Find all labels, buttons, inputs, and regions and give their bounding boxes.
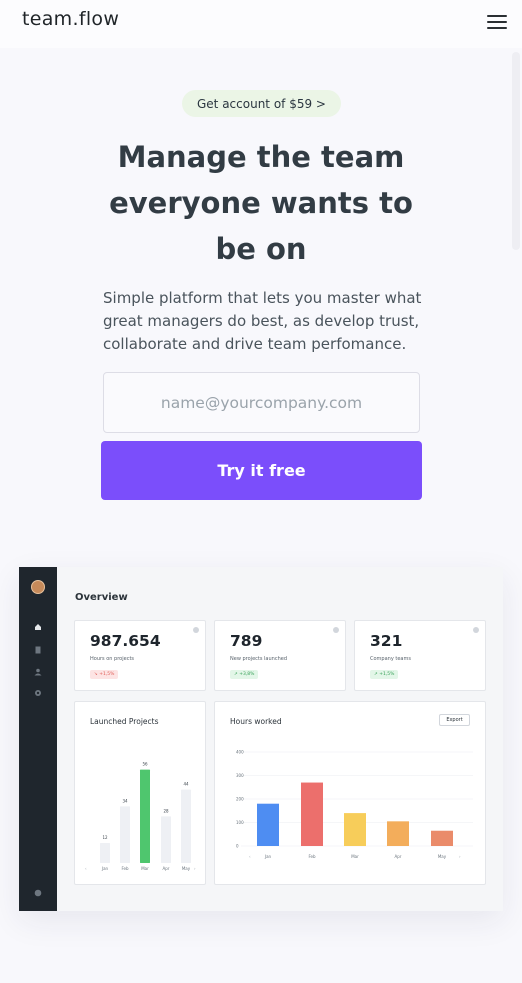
bar (257, 803, 279, 846)
stat-card[interactable]: 321 Company teams ↗ +1,5% (354, 620, 486, 691)
email-input[interactable] (103, 372, 420, 433)
launched-projects-card: Launched Projects 12 Jan 34 Feb 56 Mar 28 Apr 44… (74, 701, 206, 885)
stat-value: 987.654 (90, 632, 161, 650)
info-icon[interactable] (193, 627, 199, 633)
x-tick-label: Apr (395, 854, 402, 859)
stat-card[interactable]: 789 New projects launched ↗ +3,8% (214, 620, 346, 691)
bar (431, 830, 453, 846)
y-tick-label: 200 (236, 797, 244, 802)
avatar[interactable] (31, 580, 45, 594)
hours-worked-card: Hours worked Export 0 100 200 300 400 Jan Feb M… (214, 701, 486, 885)
data-label: 34 (122, 798, 128, 803)
hero-subtitle: Simple platform that lets you master wha… (103, 289, 422, 353)
trend-badge: ↗ +3,8% (230, 670, 259, 679)
launched-projects-chart: 12 Jan 34 Feb 56 Mar 28 Apr 44 May ‹ › (85, 762, 196, 871)
y-tick-label: 300 (236, 773, 244, 778)
x-tick-label: Jan (264, 854, 272, 859)
x-tick-label: Mar (141, 866, 149, 871)
x-tick-label: Feb (121, 866, 129, 871)
next-arrow-icon: › (459, 854, 461, 859)
info-icon[interactable] (333, 627, 339, 633)
dashboard-preview: Overview 987.654 Hours on projects ↘ +1,… (19, 567, 503, 911)
x-tick-label: Feb (308, 854, 316, 859)
bar (120, 806, 130, 863)
stat-value: 789 (230, 632, 263, 650)
bar (181, 789, 191, 863)
hero-headline: Manage the team everyone wants to be on (109, 140, 413, 266)
x-tick-label: Mar (351, 854, 359, 859)
trend-badge: ↘ +1,5% (90, 670, 119, 679)
stat-label: Company teams (370, 656, 411, 662)
dashboard-sidebar (19, 567, 57, 911)
bar (301, 782, 323, 846)
bar (140, 769, 150, 863)
hamburger-menu-icon[interactable] (487, 15, 507, 29)
x-tick-label: May (438, 854, 447, 859)
home-icon[interactable] (34, 623, 42, 631)
x-tick-label: May (182, 866, 191, 871)
brand-logo[interactable]: team.flow (22, 8, 119, 30)
prev-arrow-icon: ‹ (249, 854, 251, 859)
bar (161, 816, 171, 863)
hours-worked-chart: 0 100 200 300 400 Jan Feb Mar Apr May ‹ › (236, 750, 473, 859)
x-tick-label: Apr (163, 866, 170, 871)
data-label: 44 (183, 782, 189, 787)
document-icon[interactable] (34, 646, 42, 654)
y-tick-label: 100 (236, 820, 244, 825)
gear-icon[interactable] (34, 689, 42, 697)
help-icon[interactable] (34, 889, 42, 897)
y-tick-label: 400 (236, 750, 244, 755)
info-icon[interactable] (473, 627, 479, 633)
trend-badge: ↗ +1,5% (370, 670, 399, 679)
data-label: 28 (163, 808, 169, 813)
users-icon[interactable] (34, 668, 42, 676)
stat-label: New projects launched (230, 656, 288, 662)
next-arrow-icon: › (194, 866, 196, 871)
stat-label: Hours on projects (90, 656, 135, 662)
stat-value: 321 (370, 632, 403, 650)
bar (344, 813, 366, 846)
scrollbar[interactable] (512, 52, 520, 250)
try-free-button[interactable]: Try it free (101, 441, 422, 500)
top-navbar: team.flow (0, 0, 522, 48)
bar (387, 821, 409, 846)
data-label: 56 (142, 762, 148, 767)
x-tick-label: Jan (101, 866, 109, 871)
stat-card[interactable]: 987.654 Hours on projects ↘ +1,5% (74, 620, 206, 691)
promo-badge[interactable]: Get account of $59 > (182, 90, 341, 117)
bar (100, 843, 110, 863)
prev-arrow-icon: ‹ (85, 866, 87, 871)
y-tick-label: 0 (236, 844, 239, 849)
data-label: 12 (102, 835, 108, 840)
dashboard-title: Overview (75, 592, 128, 603)
